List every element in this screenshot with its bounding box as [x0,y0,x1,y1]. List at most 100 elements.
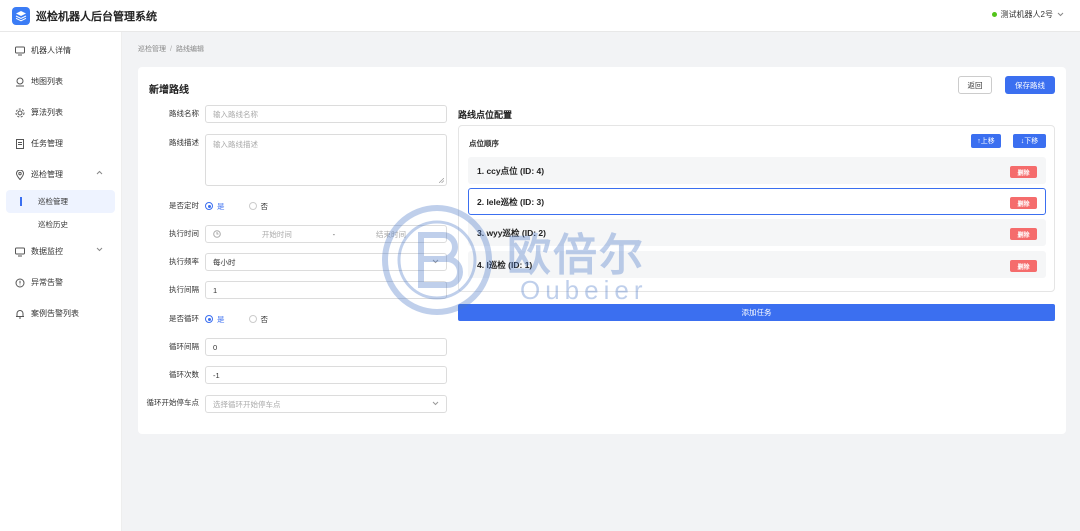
route-point-label: 4. l巡检 (ID: 1) [477,259,533,270]
robot-selector[interactable]: 测试机器人2号 [991,9,1064,20]
app-logo-icon [12,6,30,25]
back-button[interactable]: 返回 [958,76,992,94]
scheduled-yes-radio[interactable]: 是 [205,201,225,212]
sidebar-subitem-patrol-management[interactable]: 巡检管理 [6,190,115,213]
radio-label: 是 [217,314,225,324]
top-bar: 巡检机器人后台管理系统 测试机器人2号 [0,0,1080,32]
route-name-input[interactable]: 输入路线名称 [205,105,447,123]
radio-label: 否 [260,201,269,211]
sidebar-item-patrol-management[interactable]: 巡检管理 [0,159,121,190]
loop-label: 是否循环 [169,314,199,323]
exec-time-range-picker[interactable]: 开始时间 - 结束时间 [205,225,447,243]
save-route-button[interactable]: 保存路线 [1005,76,1055,94]
loop-no-radio[interactable]: 否 [248,314,269,325]
sidebar-item-label: 机器人详情 [31,46,71,55]
loop-row: 是否循环 是 否 [143,310,268,328]
exec-interval-row: 执行间隔 1 [143,281,447,299]
loop-count-label: 循环次数 [169,370,199,379]
exec-interval-label: 执行间隔 [169,285,199,294]
loop-count-input[interactable]: -1 [205,366,447,384]
loop-interval-input[interactable]: 0 [205,338,447,356]
sidebar-item-algorithm-list[interactable]: 算法列表 [0,97,121,128]
exec-freq-select[interactable]: 每小时 [205,253,447,271]
points-order-panel: 点位顺序 ↑上移 ↓下移 1. ccy点位 (ID: 4) 删除 2. lele… [458,125,1055,292]
exec-freq-label: 执行频率 [169,257,199,266]
sidebar-item-task-management[interactable]: 任务管理 [0,128,121,159]
app-title: 巡检机器人后台管理系统 [36,10,157,23]
delete-point-button[interactable]: 删除 [1010,260,1037,272]
breadcrumb-current: 路线编辑 [175,46,204,53]
route-editor-card: 新增路线 返回 保存路线 路线名称 输入路线名称 路线描述 输入路线描述 是否定… [138,67,1066,434]
location-icon [14,169,25,180]
route-point-item[interactable]: 2. lele巡检 (ID: 3) 删除 [468,188,1046,215]
delete-point-button[interactable]: 删除 [1010,228,1037,240]
online-status-dot [991,12,997,17]
loop-start-select[interactable]: 选择循环开始停车点 [205,395,447,413]
alert-circle-icon [14,277,25,288]
sidebar-item-abnormal-alarm[interactable]: 异常告警 [0,267,121,298]
sidebar-subitem-label: 巡检管理 [38,197,68,206]
sidebar-item-label: 数据监控 [31,247,63,256]
monitor-icon [14,45,25,56]
gear-icon [14,107,25,118]
clock-icon [213,230,221,238]
exec-interval-input[interactable]: 1 [205,281,447,299]
chevron-up-icon [96,170,103,175]
radio-dot [248,315,257,323]
scheduled-no-radio[interactable]: 否 [248,201,269,212]
sidebar-item-label: 算法列表 [31,108,63,117]
route-point-label: 2. lele巡检 (ID: 3) [477,196,545,207]
page-title: 新增路线 [149,85,189,96]
sidebar: 机器人详情 地图列表 算法列表 任务管理 巡检管理 巡检管理 巡检历史 数据监控… [0,32,122,531]
range-separator: - [332,229,336,239]
radio-label: 否 [260,314,269,324]
add-task-button[interactable]: 添加任务 [458,304,1055,321]
loop-start-label: 循环开始停车点 [146,398,200,407]
exec-time-label: 执行时间 [169,229,199,238]
delete-point-button[interactable]: 删除 [1010,166,1037,178]
sidebar-item-robot-detail[interactable]: 机器人详情 [0,35,121,66]
bell-icon [14,308,25,319]
chevron-down-icon [1057,12,1064,17]
delete-point-button[interactable]: 删除 [1010,197,1037,209]
radio-dot [205,202,213,210]
sidebar-item-case-alarm-list[interactable]: 案例告警列表 [0,298,121,329]
resize-handle-icon[interactable] [439,178,444,183]
move-down-button[interactable]: ↓下移 [1013,134,1046,148]
route-desc-textarea[interactable]: 输入路线描述 [205,134,447,186]
sidebar-item-label: 地图列表 [31,77,63,86]
loop-interval-label: 循环间隔 [169,342,199,351]
loop-radio-group: 是 否 [205,310,268,328]
scheduled-label: 是否定时 [169,201,199,210]
route-point-item[interactable]: 4. l巡检 (ID: 1) 删除 [468,251,1046,278]
sidebar-subitem-patrol-history[interactable]: 巡检历史 [6,213,115,236]
radio-label: 是 [217,201,225,211]
scheduled-row: 是否定时 是 否 [143,197,268,215]
end-time-placeholder: 结束时间 [375,229,406,239]
loop-yes-radio[interactable]: 是 [205,314,225,325]
document-icon [14,138,25,149]
route-desc-row: 路线描述 输入路线描述 [143,134,447,186]
route-desc-placeholder: 输入路线描述 [213,140,258,149]
points-config-title: 路线点位配置 [458,110,513,120]
sidebar-item-label: 巡检管理 [31,170,63,179]
sidebar-item-label: 任务管理 [31,139,63,148]
map-pin-icon [14,76,25,87]
loop-interval-row: 循环间隔 0 [143,338,447,356]
robot-selector-label: 测试机器人2号 [1000,10,1053,19]
sidebar-item-map-list[interactable]: 地图列表 [0,66,121,97]
sidebar-subitem-label: 巡检历史 [38,220,68,229]
route-point-item[interactable]: 3. wyy巡检 (ID: 2) 删除 [468,219,1046,246]
scheduled-radio-group: 是 否 [205,197,268,215]
exec-time-row: 执行时间 开始时间 - 结束时间 [143,225,447,243]
points-order-label: 点位顺序 [469,139,499,148]
move-up-button[interactable]: ↑上移 [971,134,1001,148]
sidebar-item-data-monitoring[interactable]: 数据监控 [0,236,121,267]
loop-count-row: 循环次数 -1 [143,366,447,384]
breadcrumb-parent[interactable]: 巡检管理 [138,46,166,53]
route-point-item[interactable]: 1. ccy点位 (ID: 4) 删除 [468,157,1046,184]
route-name-row: 路线名称 输入路线名称 [143,105,447,123]
breadcrumb: 巡检管理 / 路线编辑 [138,44,204,54]
exec-freq-value: 每小时 [213,257,236,267]
chevron-down-icon [432,401,439,406]
